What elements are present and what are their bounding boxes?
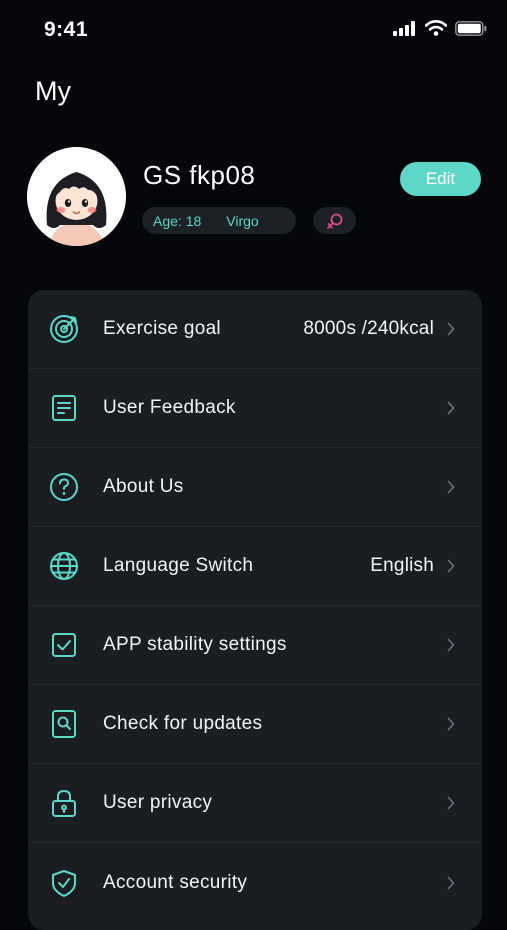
shield-icon [46,865,82,901]
menu-item-label: APP stability settings [103,634,287,655]
menu-item-language-switch[interactable]: Language Switch English [28,527,482,606]
checkbox-icon [46,627,82,663]
gender-badge [313,207,356,234]
language-value: English [370,555,434,576]
chevron-right-icon [444,559,458,573]
chevron-right-icon [444,322,458,336]
age-text: Age: 18 [153,212,202,229]
female-icon [326,213,342,229]
help-circle-icon [46,469,82,505]
menu-item-label: User Feedback [103,397,236,418]
menu-item-label: Account security [103,871,248,893]
menu-item-check-updates[interactable]: Check for updates [28,685,482,764]
edit-profile-button[interactable]: Edit [400,162,481,196]
menu-item-label: About Us [103,476,184,497]
menu-item-label: Language Switch [103,555,254,576]
username: GS fkp08 [143,160,256,190]
exercise-goal-value: 8000s /240kcal [303,318,434,339]
chevron-right-icon [444,480,458,494]
menu-item-user-privacy[interactable]: User privacy [28,764,482,843]
chevron-right-icon [444,796,458,810]
target-icon [46,311,82,347]
globe-icon [46,548,82,584]
settings-card: Exercise goal 8000s /240kcal User Feedba… [28,290,482,930]
status-icons [393,20,487,36]
menu-item-account-security[interactable]: Account security [28,843,482,922]
status-time: 9:41 [44,18,89,41]
menu-item-about-us[interactable]: About Us [28,448,482,527]
wifi-icon [425,20,447,36]
chevron-right-icon [444,717,458,731]
lock-icon [46,785,82,821]
status-bar: 9:41 [0,0,507,60]
menu-item-label: Check for updates [103,713,263,734]
chevron-right-icon [444,876,458,890]
chevron-right-icon [444,401,458,415]
page-title: My [35,76,71,106]
profile-info-badge: Age: 18 Virgo [142,207,296,234]
menu-item-user-feedback[interactable]: User Feedback [28,369,482,448]
avatar-illustration [27,147,126,246]
chevron-right-icon [444,638,458,652]
menu-item-label: Exercise goal [103,318,221,339]
menu-item-exercise-goal[interactable]: Exercise goal 8000s /240kcal [28,290,482,369]
cellular-signal-icon [393,20,415,36]
battery-icon [455,20,487,36]
feedback-icon [46,390,82,426]
avatar[interactable] [27,147,126,246]
search-icon [46,706,82,742]
menu-item-app-stability[interactable]: APP stability settings [28,606,482,685]
zodiac-text: Virgo [226,212,259,229]
menu-item-label: User privacy [103,792,213,813]
